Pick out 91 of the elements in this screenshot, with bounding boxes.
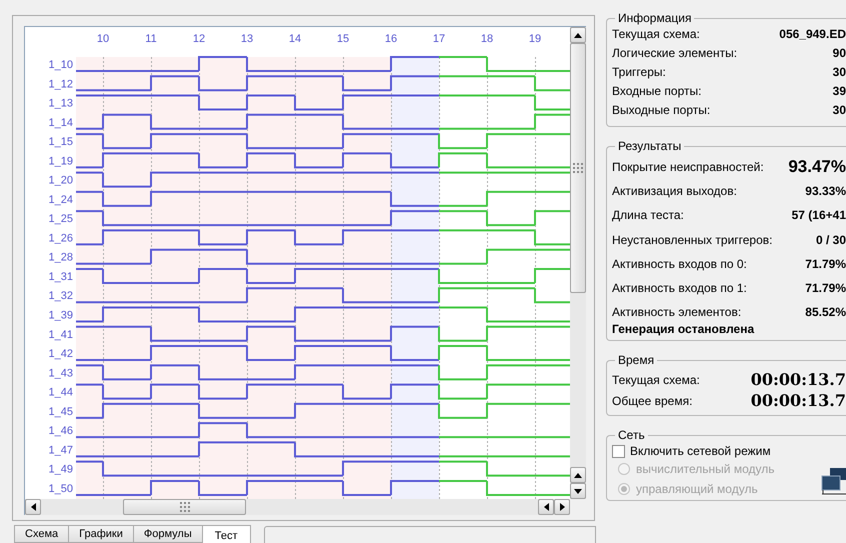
- field-value: 30: [832, 103, 846, 117]
- axis-label: 18: [480, 33, 494, 45]
- signal-label: 1_42: [48, 348, 73, 360]
- field-value: 93.47%: [788, 157, 846, 178]
- group-title: Время: [617, 353, 656, 368]
- left-arrow-icon: [544, 503, 548, 511]
- signal-label: 1_14: [48, 116, 73, 129]
- signal-label: 1_31: [48, 270, 73, 283]
- field-value: 30: [832, 65, 846, 79]
- grip-icon: [573, 163, 583, 173]
- scroll-right-button[interactable]: [554, 499, 570, 515]
- up-arrow-icon: [574, 32, 582, 38]
- field-value: 90: [832, 46, 846, 60]
- field-label: Входные порты:: [612, 84, 702, 98]
- group-title: Результаты: [617, 139, 682, 153]
- signal-label: 1_20: [48, 174, 73, 187]
- signal-label: 1_32: [48, 290, 73, 302]
- signal-label: 1_39: [48, 310, 73, 322]
- axis-label: 13: [240, 33, 254, 45]
- left-arrow-icon: [30, 503, 36, 511]
- checkbox[interactable]: [612, 444, 625, 458]
- axis-label: 15: [336, 33, 350, 45]
- down-arrow-icon: [574, 488, 582, 494]
- axis-label: 17: [432, 33, 446, 45]
- signal-label: 1_25: [48, 213, 73, 226]
- checkbox-label: Включить сетевой режим: [630, 444, 771, 458]
- field-label: Текущая схема:: [612, 372, 700, 387]
- right-arrow-icon: [560, 503, 564, 511]
- tab[interactable]: Тест: [202, 525, 250, 543]
- time-value: 00:00:13.7: [750, 391, 846, 410]
- field-label: Выходные порты:: [612, 103, 710, 117]
- field-label: Неустановленных триггеров:: [612, 232, 772, 247]
- group-title: Сеть: [617, 428, 646, 442]
- axis-label: 11: [145, 33, 157, 45]
- field-value: 056_949.ED: [779, 27, 846, 41]
- axis-label: 14: [288, 33, 302, 45]
- field-label: Триггеры:: [612, 65, 666, 79]
- tab[interactable]: Формулы: [132, 525, 203, 543]
- field-label: Активность элементов:: [612, 305, 742, 320]
- field-value: 39: [832, 84, 846, 98]
- signal-label: 1_13: [48, 98, 73, 110]
- scroll-down-button[interactable]: [570, 483, 586, 499]
- field-label: Активность входов по 0:: [612, 256, 747, 271]
- signal-label: 1_43: [48, 367, 73, 380]
- signal-label: 1_26: [48, 232, 73, 244]
- scroll-left-button[interactable]: [25, 499, 41, 515]
- signal-label: 1_47: [48, 444, 73, 456]
- scroll-left-button[interactable]: [538, 499, 554, 515]
- signal-label: 1_45: [48, 406, 73, 418]
- signal-label: 1_24: [48, 194, 73, 206]
- field-value: 71.79%: [805, 281, 846, 296]
- signal-label: 1_46: [48, 425, 73, 438]
- grip-icon: [180, 502, 190, 512]
- field-value: 0 / 30: [816, 232, 846, 247]
- signal-label: 1_50: [48, 482, 73, 495]
- signal-label: 1_44: [48, 386, 73, 399]
- signal-label: 1_28: [48, 252, 73, 264]
- axis-label: 10: [96, 33, 110, 45]
- tab[interactable]: Схема: [14, 525, 70, 543]
- axis-label: 12: [192, 33, 206, 45]
- group-title: Информация: [617, 11, 692, 25]
- scroll-up-button[interactable]: [570, 27, 586, 43]
- network-icon: [820, 468, 846, 496]
- field-label: Активизация выходов:: [612, 184, 737, 198]
- axis-label: 16: [384, 33, 398, 45]
- signal-label: 1_49: [48, 464, 73, 476]
- signal-label: 1_12: [48, 78, 73, 90]
- scroll-up-button[interactable]: [570, 467, 586, 483]
- up-arrow-icon: [574, 472, 582, 478]
- scroll-thumb[interactable]: [570, 43, 586, 293]
- signal-label: 1_19: [48, 155, 73, 168]
- signal-label: 1_15: [48, 136, 73, 148]
- signal-label: 1_41: [48, 328, 73, 341]
- field-value: 93.33%: [805, 184, 846, 198]
- field-label: Длина теста:: [612, 208, 684, 222]
- field-value: 71.79%: [805, 256, 846, 271]
- radio-label: вычислительный модуль: [636, 462, 774, 476]
- scroll-thumb[interactable]: [123, 499, 246, 515]
- field-label: Общее время:: [612, 394, 692, 408]
- axis-label: 19: [528, 33, 542, 45]
- time-value: 00:00:13.7: [750, 370, 846, 390]
- field-label: Активность входов по 1:: [612, 281, 747, 296]
- radio-label: управляющий модуль: [636, 482, 758, 496]
- signal-label: 1_10: [48, 59, 73, 71]
- field-value: 57 (16+41: [792, 208, 846, 222]
- tab[interactable]: Графики: [68, 525, 134, 543]
- field-label: Текущая схема:: [612, 27, 700, 41]
- field-value: 85.52%: [805, 305, 846, 320]
- status-text: Генерация остановлена: [612, 322, 756, 336]
- field-label: Логические элементы:: [612, 46, 738, 60]
- field-label: Покрытие неисправностей:: [612, 160, 764, 174]
